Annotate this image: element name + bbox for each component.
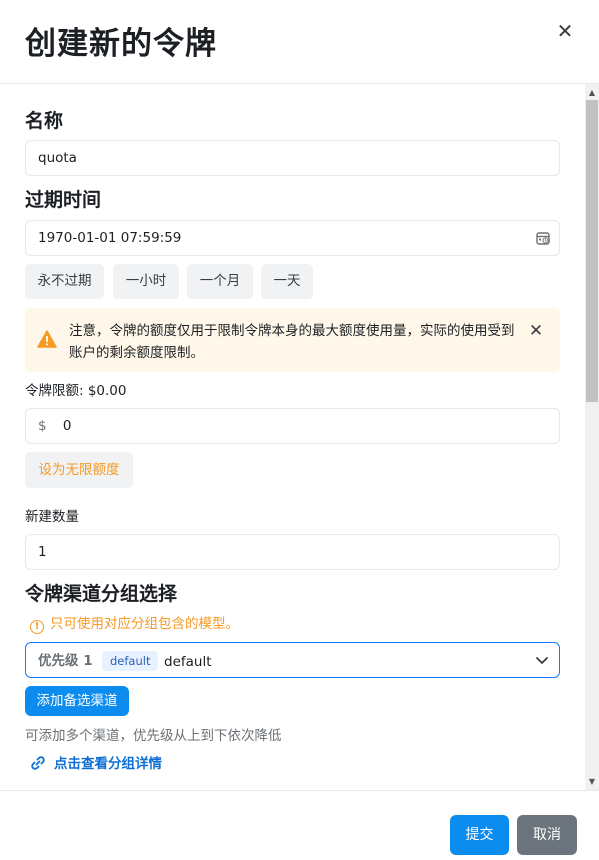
group-tip-text: 只可使用对应分组包含的模型。 xyxy=(50,616,239,632)
quota-notice: 注意，令牌的额度仅用于限制令牌本身的最大额度使用量，实际的使用受到账户的剩余额度… xyxy=(25,308,560,372)
body-scrollbar[interactable]: ▲ ▼ xyxy=(585,84,599,790)
scroll-down-arrow-icon[interactable]: ▼ xyxy=(585,774,599,790)
priority-label: 优先级 1 xyxy=(38,653,93,669)
group-details-link[interactable]: 点击查看分组详情 xyxy=(30,753,162,775)
close-icon[interactable]: ✕ xyxy=(552,18,578,44)
group-tip: ! 只可使用对应分组包含的模型。 xyxy=(30,614,239,634)
quota-input[interactable]: $ 0 xyxy=(25,408,560,444)
warning-icon xyxy=(37,330,57,348)
info-icon: ! xyxy=(30,620,44,634)
quick-1hour-button[interactable]: 一小时 xyxy=(113,264,179,299)
chevron-down-icon[interactable] xyxy=(535,655,549,667)
expiry-label: 过期时间 xyxy=(25,189,102,211)
notice-text: 注意，令牌的额度仅用于限制令牌本身的最大额度使用量，实际的使用受到账户的剩余额度… xyxy=(69,323,515,361)
quick-1day-button[interactable]: 一天 xyxy=(261,264,313,299)
scroll-thumb[interactable] xyxy=(586,100,598,402)
group-title: 令牌渠道分组选择 xyxy=(25,583,178,605)
group-select[interactable]: 优先级 1 default default xyxy=(25,642,560,678)
group-value: default xyxy=(164,654,212,670)
count-input[interactable]: 1 xyxy=(25,534,560,570)
name-input[interactable]: quota xyxy=(25,140,560,176)
quick-never-button[interactable]: 永不过期 xyxy=(25,264,104,299)
dollar-prefix: $ xyxy=(38,418,47,434)
group-details-link-text: 点击查看分组详情 xyxy=(54,756,162,772)
modal-header: 创建新的令牌 ✕ xyxy=(0,0,599,84)
cancel-button[interactable]: 取消 xyxy=(517,815,577,855)
group-hint: 可添加多个渠道，优先级从上到下依次降低 xyxy=(25,728,282,744)
notice-close-icon[interactable]: ✕ xyxy=(525,320,547,342)
modal-title: 创建新的令牌 xyxy=(25,26,217,62)
scroll-up-arrow-icon[interactable]: ▲ xyxy=(585,84,599,100)
modal-footer: 提交 取消 xyxy=(0,790,599,860)
group-tag: default xyxy=(102,651,159,671)
quota-value: 0 xyxy=(62,418,72,434)
expiry-value: 1970-01-01 07:59:59 xyxy=(38,230,182,246)
quick-1month-button[interactable]: 一个月 xyxy=(187,264,253,299)
set-unlimited-button[interactable]: 设为无限额度 xyxy=(25,452,133,488)
quota-label: 令牌限额: $0.00 xyxy=(25,383,127,399)
expiry-input[interactable]: 1970-01-01 07:59:59 xyxy=(25,220,560,256)
calendar-icon[interactable] xyxy=(536,231,550,245)
count-label: 新建数量 xyxy=(25,509,79,525)
link-icon xyxy=(31,756,45,770)
add-fallback-group-button[interactable]: 添加备选渠道 xyxy=(25,686,129,716)
submit-button[interactable]: 提交 xyxy=(450,815,509,855)
name-label: 名称 xyxy=(25,110,64,132)
